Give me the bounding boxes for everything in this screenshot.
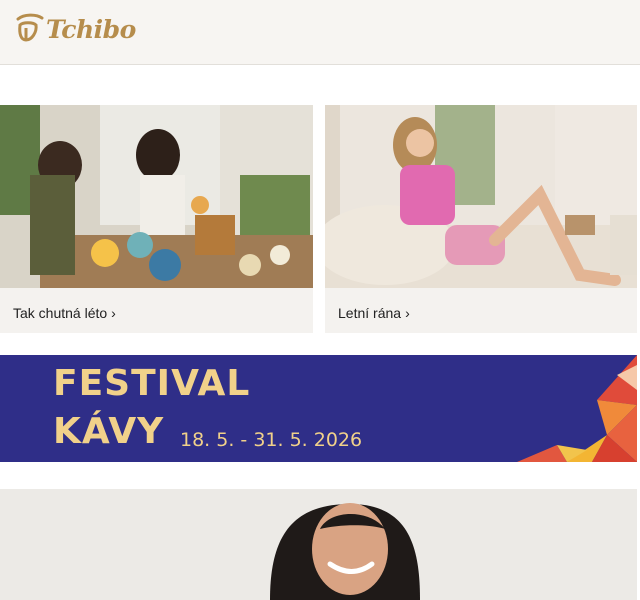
chevron-right-icon: › (111, 305, 116, 321)
banner-title-line1: FESTIVAL (53, 363, 251, 404)
teaser-card-summer-mornings[interactable]: Letní rána › (325, 105, 637, 333)
friends-summer-dinner-photo (0, 105, 313, 288)
woman-pink-pajamas-photo (325, 105, 637, 288)
brand-name: Tchibo (46, 14, 136, 44)
geometric-pattern-decoration (517, 355, 637, 462)
hero-image-smiling-woman[interactable] (0, 489, 637, 600)
coffee-festival-banner[interactable]: FESTIVAL KÁVY 18. 5. - 31. 5. 2026 (0, 355, 637, 462)
card-link-label[interactable]: Tak chutná léto › (13, 305, 116, 321)
cup-logo-icon (16, 13, 44, 42)
teaser-card-summer-food[interactable]: Tak chutná léto › (0, 105, 313, 333)
banner-dates: 18. 5. - 31. 5. 2026 (180, 429, 363, 451)
tchibo-logo[interactable]: Tchibo (14, 12, 136, 46)
chevron-right-icon: › (405, 305, 410, 321)
site-header: Tchibo (0, 0, 640, 65)
smiling-woman-photo (0, 489, 637, 600)
card-link-label[interactable]: Letní rána › (338, 305, 410, 321)
banner-title-line2: KÁVY (53, 411, 165, 452)
